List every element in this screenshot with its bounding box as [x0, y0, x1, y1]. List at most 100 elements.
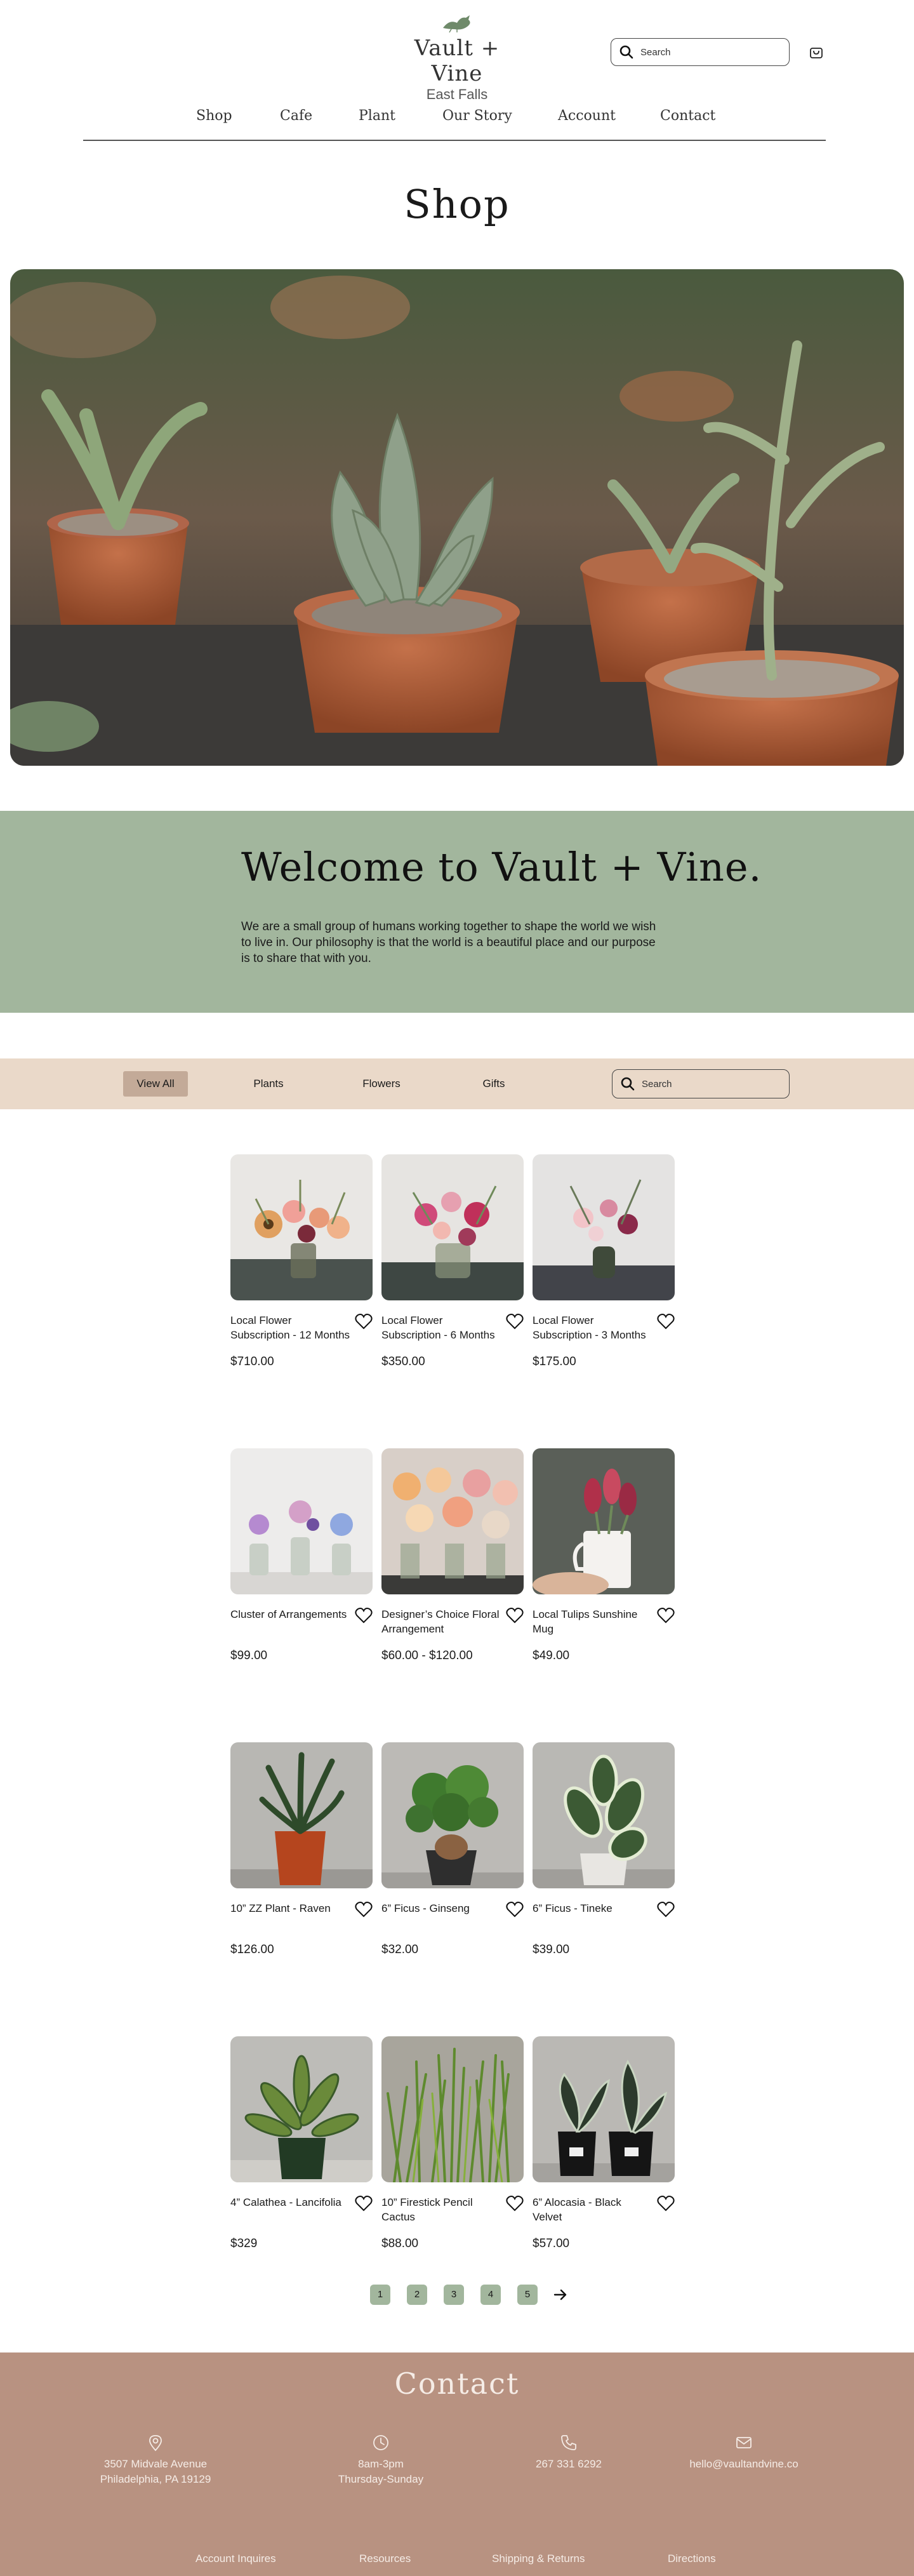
product-name[interactable]: Local Flower Subscription - 3 Months — [533, 1313, 653, 1342]
heart-icon[interactable] — [355, 1313, 373, 1330]
nav-item-account[interactable]: Account — [558, 108, 616, 124]
heart-icon[interactable] — [657, 1313, 675, 1330]
filter-bar: View All Plants Flowers Gifts Search — [0, 1058, 914, 1109]
heart-icon[interactable] — [355, 2195, 373, 2212]
welcome-section: Welcome to Vault + Vine. We are a small … — [0, 811, 914, 1013]
product-card[interactable]: 6” Alocasia - Black Velvet $57.00 — [533, 2036, 675, 2250]
product-price: $350.00 — [381, 1355, 425, 1368]
product-price: $126.00 — [230, 1943, 274, 1956]
search-icon — [621, 1077, 635, 1091]
filter-flowers[interactable]: Flowers — [353, 1071, 410, 1097]
product-image[interactable] — [533, 1154, 675, 1300]
heart-icon[interactable] — [506, 1313, 524, 1330]
product-name[interactable]: 6” Alocasia - Black Velvet — [533, 2195, 653, 2224]
page-button-1[interactable]: 1 — [370, 2285, 390, 2305]
brand-logo[interactable]: Vault + Vine East Falls — [394, 14, 520, 103]
product-card[interactable]: Local Tulips Sunshine Mug $49.00 — [533, 1448, 675, 1662]
page-button-5[interactable]: 5 — [517, 2285, 538, 2305]
product-name[interactable]: 6” Ficus - Tineke — [533, 1901, 653, 1916]
product-price: $60.00 - $120.00 — [381, 1649, 473, 1662]
heart-icon[interactable] — [506, 2195, 524, 2212]
footer-link-directions[interactable]: Directions — [668, 2553, 716, 2565]
product-image[interactable] — [381, 1742, 524, 1888]
welcome-body: We are a small group of humans working t… — [241, 920, 656, 965]
product-card[interactable]: 4” Calathea - Lancifolia $329 — [230, 2036, 373, 2250]
arrow-right-icon[interactable] — [553, 2287, 568, 2302]
nav-item-contact[interactable]: Contact — [660, 108, 715, 124]
product-image[interactable] — [230, 1742, 373, 1888]
page-title: Shop — [404, 181, 510, 227]
footer-link-resources[interactable]: Resources — [359, 2553, 411, 2565]
product-name[interactable]: 6” Ficus - Ginseng — [381, 1901, 502, 1916]
filter-gifts[interactable]: Gifts — [471, 1071, 517, 1097]
heart-icon[interactable] — [355, 1901, 373, 1918]
product-search-placeholder: Search — [642, 1078, 672, 1090]
product-image[interactable] — [381, 1154, 524, 1300]
product-card[interactable]: Local Flower Subscription - 12 Months $7… — [230, 1154, 373, 1368]
nav-item-cafe[interactable]: Cafe — [280, 108, 312, 124]
product-card[interactable]: 10” ZZ Plant - Raven $126.00 — [230, 1742, 373, 1956]
search-icon — [619, 45, 633, 59]
page-button-3[interactable]: 3 — [444, 2285, 464, 2305]
heart-icon[interactable] — [506, 1607, 524, 1624]
hours-line-2: Thursday-Sunday — [338, 2473, 424, 2485]
page-button-2[interactable]: 2 — [407, 2285, 427, 2305]
email-address: hello@vaultandvine.co — [689, 2458, 798, 2470]
heart-icon[interactable] — [657, 1607, 675, 1624]
product-image[interactable] — [230, 1448, 373, 1594]
product-image[interactable] — [230, 2036, 373, 2182]
product-price: $329 — [230, 2237, 258, 2250]
address-line-1: 3507 Midvale Avenue — [103, 2458, 208, 2470]
footer-phone[interactable]: 267 331 6292 — [486, 2434, 651, 2472]
filter-plants[interactable]: Plants — [241, 1071, 296, 1097]
product-card[interactable]: Local Flower Subscription - 6 Months $35… — [381, 1154, 524, 1368]
shopping-bag-icon[interactable] — [809, 44, 824, 60]
heart-icon[interactable] — [657, 2195, 675, 2212]
product-image[interactable] — [533, 1742, 675, 1888]
footer-email[interactable]: hello@vaultandvine.co — [661, 2434, 826, 2472]
product-search-input[interactable]: Search — [612, 1069, 790, 1098]
footer-link-account-inquires[interactable]: Account Inquires — [195, 2553, 276, 2565]
site-footer: Contact 3507 Midvale Avenue Philadelphia… — [0, 2352, 914, 2576]
product-name[interactable]: 4” Calathea - Lancifolia — [230, 2195, 351, 2210]
product-name[interactable]: Local Tulips Sunshine Mug — [533, 1607, 653, 1636]
nav-item-plant[interactable]: Plant — [359, 108, 395, 124]
footer-link-shipping-returns[interactable]: Shipping & Returns — [492, 2553, 585, 2565]
page-button-4[interactable]: 4 — [480, 2285, 501, 2305]
hero-image — [10, 269, 904, 766]
product-name[interactable]: Cluster of Arrangements — [230, 1607, 351, 1622]
product-name[interactable]: Local Flower Subscription - 6 Months — [381, 1313, 502, 1342]
product-card[interactable]: Local Flower Subscription - 3 Months $17… — [533, 1154, 675, 1368]
product-card[interactable]: 6” Ficus - Ginseng $32.00 — [381, 1742, 524, 1956]
product-image[interactable] — [381, 1448, 524, 1594]
product-name[interactable]: 10” Firestick Pencil Cactus — [381, 2195, 502, 2224]
product-image[interactable] — [533, 2036, 675, 2182]
product-image[interactable] — [533, 1448, 675, 1594]
product-card[interactable]: 6” Ficus - Tineke $39.00 — [533, 1742, 675, 1956]
phone-icon — [561, 2435, 576, 2450]
nav-item-shop[interactable]: Shop — [196, 108, 232, 124]
header-search-placeholder: Search — [640, 46, 671, 58]
product-name[interactable]: 10” ZZ Plant - Raven — [230, 1901, 351, 1916]
product-image[interactable] — [230, 1154, 373, 1300]
product-card[interactable]: Cluster of Arrangements $99.00 — [230, 1448, 373, 1662]
product-name[interactable]: Local Flower Subscription - 12 Months — [230, 1313, 351, 1342]
product-price: $88.00 — [381, 2237, 419, 2250]
filter-view-all[interactable]: View All — [123, 1071, 188, 1097]
footer-address[interactable]: 3507 Midvale Avenue Philadelphia, PA 191… — [73, 2434, 238, 2487]
footer-hours: 8am-3pm Thursday-Sunday — [298, 2434, 463, 2487]
product-price: $57.00 — [533, 2237, 570, 2250]
product-image[interactable] — [381, 2036, 524, 2182]
location-pin-icon — [149, 2435, 162, 2452]
product-card[interactable]: Designer’s Choice Floral Arrangement $60… — [381, 1448, 524, 1662]
header-search-input[interactable]: Search — [611, 38, 790, 66]
product-name[interactable]: Designer’s Choice Floral Arrangement — [381, 1607, 502, 1636]
nav-item-our-story[interactable]: Our Story — [442, 108, 512, 124]
heart-icon[interactable] — [355, 1607, 373, 1624]
clock-icon — [373, 2435, 388, 2450]
heart-icon[interactable] — [657, 1901, 675, 1918]
address-line-2: Philadelphia, PA 19129 — [100, 2473, 211, 2485]
heart-icon[interactable] — [506, 1901, 524, 1918]
product-card[interactable]: 10” Firestick Pencil Cactus $88.00 — [381, 2036, 524, 2250]
product-price: $39.00 — [533, 1943, 570, 1956]
